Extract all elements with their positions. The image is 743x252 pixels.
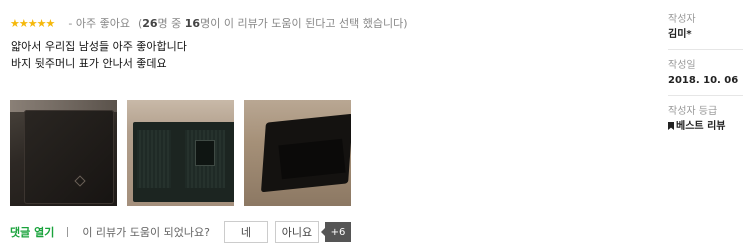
bookmark-icon: [668, 122, 674, 130]
helpful-summary: (26명 중 16명이 이 리뷰가 도움이 된다고 선택 했습니다): [137, 17, 408, 30]
grade-value-row: 베스트 리뷰: [668, 120, 743, 134]
rating-row: ★ ★ ★ ★ ★ - 아주 좋아요 (26명 중 16명이 이 리뷰가 도움이…: [10, 15, 408, 31]
helpful-yes-button[interactable]: 네: [223, 221, 268, 243]
date-value: 2018. 10. 06: [668, 75, 739, 86]
divider: [67, 227, 69, 237]
author-value: 김미*: [668, 29, 692, 40]
grade-label: 작성자 등급: [668, 106, 718, 117]
star-icon: ★: [45, 16, 56, 30]
star-icon: ★: [18, 16, 29, 30]
comment-toggle-link[interactable]: 댓글 열기: [10, 224, 54, 240]
star-icon: ★: [36, 16, 47, 30]
grade-block: 작성자 등급 베스트 리뷰: [668, 105, 743, 141]
review-body: 얇아서 우리집 남성들 아주 좋아합니다 바지 뒷주머니 표가 안나서 좋데요: [11, 38, 187, 72]
grade-value: 베스트 리뷰: [676, 121, 726, 132]
review-photo-2[interactable]: [127, 100, 234, 206]
wallet-pocket: [278, 138, 346, 180]
helpful-count: 26: [142, 17, 158, 30]
review-actions: 댓글 열기 이 리뷰가 도움이 되었나요? 네 아니요 +6: [10, 221, 351, 243]
review-photos: [10, 100, 351, 206]
helpful-question: 이 리뷰가 도움이 되었나요?: [82, 226, 210, 239]
review-item: ★ ★ ★ ★ ★ - 아주 좋아요 (26명 중 16명이 이 리뷰가 도움이…: [0, 0, 660, 252]
review-body-line: 얇아서 우리집 남성들 아주 좋아합니다: [11, 40, 187, 53]
rating-text: - 아주 좋아요: [68, 17, 130, 30]
review-photo-1[interactable]: [10, 100, 117, 206]
review-photo-3[interactable]: [244, 100, 351, 206]
author-block: 작성자 김미*: [668, 13, 743, 50]
helpful-count-badge: +6: [320, 222, 351, 242]
review-meta: 작성자 김미* 작성일 2018. 10. 06 작성자 등급 베스트 리뷰: [668, 13, 743, 150]
helpful-no-button[interactable]: 아니요: [274, 221, 319, 243]
total-count: 16: [184, 17, 201, 30]
wallet-image: [24, 110, 114, 204]
review-body-line: 바지 뒷주머니 표가 안나서 좋데요: [11, 57, 167, 70]
star-icon: ★: [27, 16, 38, 30]
author-label: 작성자: [668, 14, 696, 25]
star-rating: ★ ★ ★ ★ ★: [10, 16, 56, 30]
date-block: 작성일 2018. 10. 06: [668, 59, 743, 96]
wallet-pocket: [137, 130, 171, 188]
date-label: 작성일: [668, 60, 696, 71]
star-icon: ★: [10, 16, 20, 30]
wallet-label: [195, 140, 215, 166]
